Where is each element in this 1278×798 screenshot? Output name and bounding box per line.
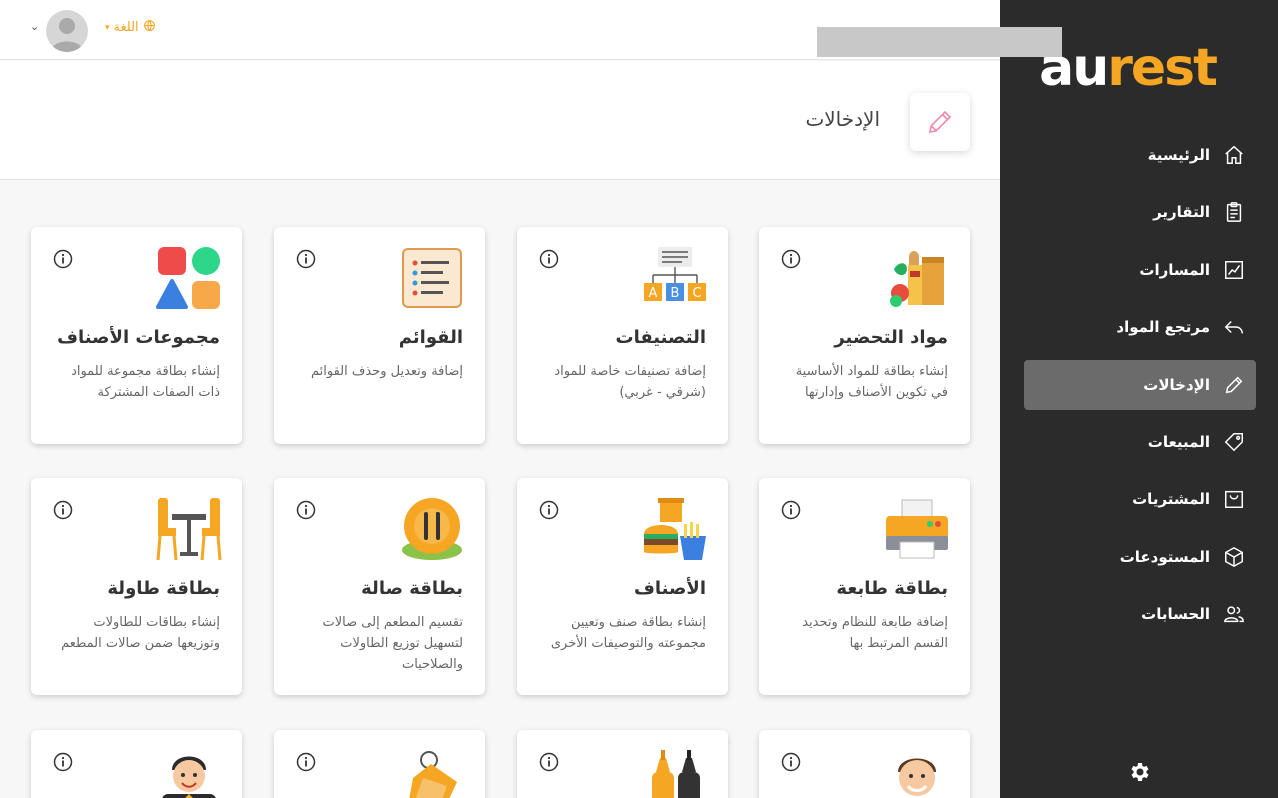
card-description: إنشاء بطاقة للمواد الأساسية في تكوين الأ… — [795, 364, 948, 400]
chart-line-icon — [1222, 258, 1246, 282]
card-categories[interactable]: A B C التصنيفات إضافة تصنيفات خاصة للموا… — [517, 227, 728, 444]
abc-hierarchy-icon: A B C — [642, 245, 708, 311]
sidebar-item-label: المسارات — [1139, 260, 1210, 279]
menu-list-icon — [399, 245, 465, 311]
info-icon[interactable] — [296, 500, 316, 520]
info-icon[interactable] — [53, 752, 73, 772]
letter-c: C — [692, 286, 701, 301]
info-icon[interactable] — [781, 500, 801, 520]
card-items[interactable]: الأصناف إنشاء بطاقة صنف وتعيين مجموعته و… — [517, 478, 728, 695]
printer-icon — [884, 496, 950, 562]
sidebar-item-paths[interactable]: المسارات — [1024, 245, 1256, 295]
globe-icon — [143, 19, 156, 36]
info-icon[interactable] — [296, 752, 316, 772]
sidebar-item-label: المشتريات — [1132, 490, 1210, 509]
sauce-bottles-icon — [642, 748, 708, 798]
shapes-icon — [156, 245, 222, 311]
table-chairs-icon — [156, 496, 222, 562]
card-title: القوائم — [398, 327, 463, 348]
letter-a: A — [649, 286, 658, 301]
card-description: إنشاء بطاقة صنف وتعيين مجموعته والتوصيفا… — [550, 615, 706, 651]
fast-food-icon — [642, 496, 708, 562]
card-row3-1[interactable] — [759, 730, 970, 798]
box-icon — [1222, 545, 1246, 569]
redacted-block — [817, 27, 1062, 57]
person-icon — [884, 748, 950, 798]
info-icon[interactable] — [539, 752, 559, 772]
card-title: بطاقة صالة — [361, 578, 463, 599]
shopping-bag-icon — [1222, 487, 1246, 511]
users-icon — [1222, 602, 1246, 626]
info-icon[interactable] — [781, 249, 801, 269]
sidebar-item-returns[interactable]: مرتجع المواد — [1024, 302, 1256, 352]
chevron-down-icon[interactable]: ⌄ — [30, 20, 39, 33]
aurest-logo[interactable]: aurest — [1039, 40, 1218, 96]
avatar[interactable] — [46, 10, 88, 52]
sidebar-item-entries[interactable]: الإدخالات — [1024, 359, 1256, 410]
info-icon[interactable] — [539, 249, 559, 269]
card-hall[interactable]: بطاقة صالة تقسيم المطعم إلى صالات لتسهيل… — [274, 478, 485, 695]
page-title: الإدخالات — [805, 107, 880, 131]
card-description: إضافة تصنيفات خاصة للمواد (شرقي - غربي) — [554, 364, 706, 400]
card-table[interactable]: بطاقة طاولة إنشاء بطاقات للطاولات وتوزيع… — [31, 478, 242, 695]
card-title: مجموعات الأصناف — [57, 327, 220, 348]
sidebar-item-purchases[interactable]: المشتريات — [1024, 474, 1256, 524]
card-title: بطاقة طابعة — [836, 578, 948, 599]
card-title: التصنيفات — [615, 327, 706, 348]
letter-b: B — [671, 286, 680, 301]
sidebar-item-reports[interactable]: التقارير — [1024, 187, 1256, 237]
card-menus[interactable]: القوائم إضافة وتعديل وحذف القوائم — [274, 227, 485, 444]
card-title: بطاقة طاولة — [107, 578, 220, 599]
card-description: إضافة وتعديل وحذف القوائم — [310, 364, 463, 379]
card-title: الأصناف — [634, 578, 706, 599]
card-description: إنشاء بطاقات للطاولات وتوزيعها ضمن صالات… — [61, 615, 220, 651]
sidebar-item-home[interactable]: الرئيسية — [1024, 130, 1256, 180]
sidebar-item-label: التقارير — [1153, 203, 1210, 222]
sidebar-item-label: الحسابات — [1141, 605, 1210, 624]
home-icon — [1222, 143, 1246, 167]
waiter-icon — [156, 748, 222, 798]
info-icon[interactable] — [296, 249, 316, 269]
discount-tag-icon — [399, 748, 465, 798]
card-description: تقسيم المطعم إلى صالات لتسهيل توزيع الطا… — [322, 615, 464, 672]
card-row3-2[interactable] — [517, 730, 728, 798]
sidebar-item-sales[interactable]: المبيعات — [1024, 417, 1256, 467]
chevron-down-icon: ▾ — [105, 22, 110, 33]
info-icon[interactable] — [53, 249, 73, 269]
card-prep-materials[interactable]: مواد التحضير إنشاء بطاقة للمواد الأساسية… — [759, 227, 970, 444]
info-icon[interactable] — [781, 752, 801, 772]
card-row3-4[interactable] — [31, 730, 242, 798]
sidebar-item-label: الإدخالات — [1143, 375, 1210, 394]
sidebar-item-warehouses[interactable]: المستودعات — [1024, 532, 1256, 582]
card-title: مواد التحضير — [834, 327, 948, 348]
card-description: إنشاء بطاقة مجموعة للمواد ذات الصفات الم… — [71, 364, 220, 400]
page-header: الإدخالات — [0, 61, 1000, 180]
sidebar-item-label: المستودعات — [1119, 547, 1210, 566]
dining-hall-icon — [399, 496, 465, 562]
card-row3-3[interactable] — [274, 730, 485, 798]
sidebar-nav: الرئيسية التقارير المسارات مرتجع المواد … — [1024, 130, 1256, 647]
card-item-groups[interactable]: مجموعات الأصناف إنشاء بطاقة مجموعة للموا… — [31, 227, 242, 444]
card-printer[interactable]: بطاقة طابعة إضافة طابعة للنظام وتحديد ال… — [759, 478, 970, 695]
sidebar-item-label: الرئيسية — [1147, 146, 1210, 164]
sidebar-item-accounts[interactable]: الحسابات — [1024, 589, 1256, 639]
info-icon[interactable] — [539, 500, 559, 520]
language-selector[interactable]: اللغة ▾ — [105, 19, 156, 36]
reply-icon — [1222, 315, 1246, 339]
sidebar-item-label: مرتجع المواد — [1116, 318, 1210, 337]
clipboard-icon — [1222, 200, 1246, 224]
sidebar-item-label: المبيعات — [1147, 432, 1210, 451]
sidebar: aurest الرئيسية التقارير المسارات مرتجع … — [1000, 0, 1278, 798]
info-icon[interactable] — [53, 500, 73, 520]
pencil-icon — [910, 93, 970, 151]
groceries-icon — [884, 245, 950, 311]
gear-icon[interactable] — [1127, 760, 1151, 784]
language-label: اللغة — [113, 20, 139, 35]
tag-icon — [1222, 430, 1246, 454]
pencil-icon — [1222, 373, 1246, 397]
card-description: إضافة طابعة للنظام وتحديد القسم المرتبط … — [802, 615, 948, 651]
